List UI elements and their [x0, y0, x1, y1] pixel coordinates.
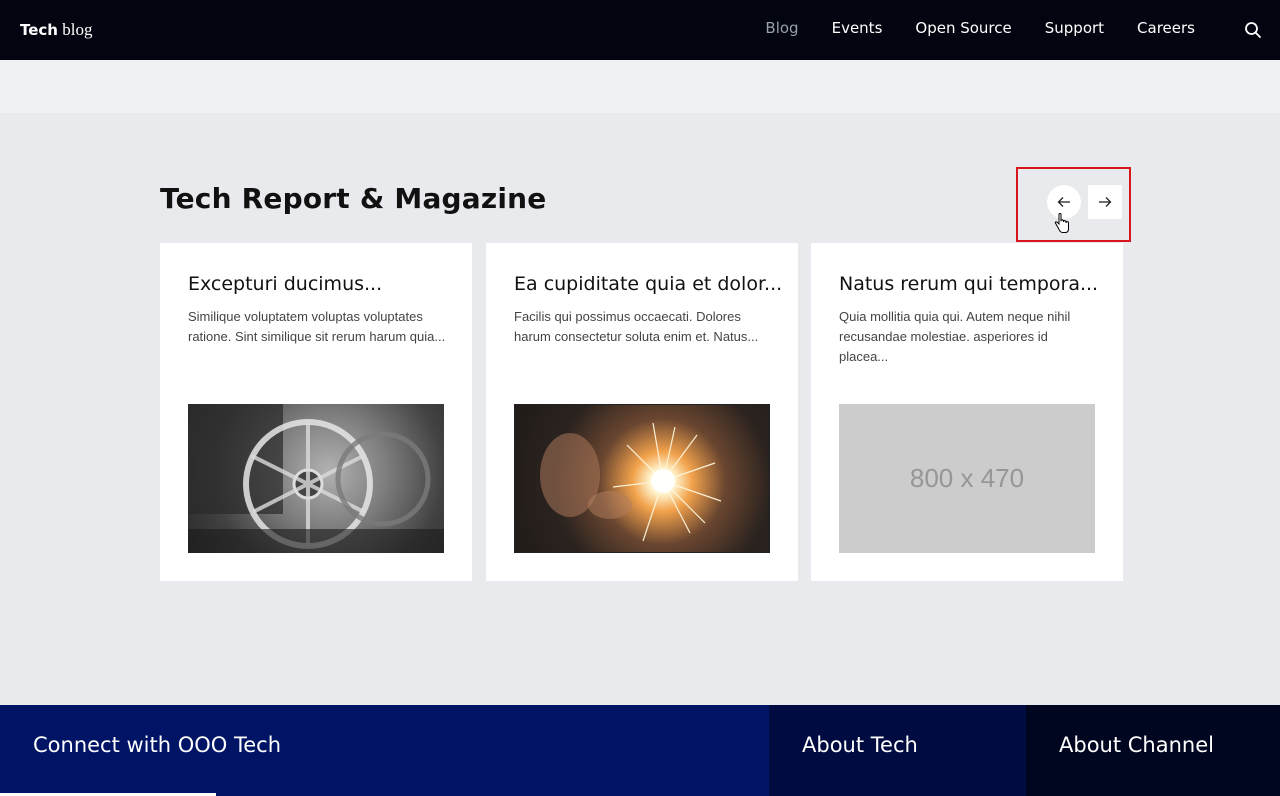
arrow-left-icon [1057, 197, 1070, 207]
nav-link-blog[interactable]: Blog [765, 19, 798, 37]
card-title[interactable]: Natus rerum qui tempora... [839, 273, 1109, 295]
nav-link-open-source[interactable]: Open Source [915, 19, 1011, 37]
footer-heading-connect: Connect with OOO Tech [33, 733, 282, 757]
card-description: Similique voluptatem voluptas voluptates… [188, 309, 446, 344]
article-card[interactable]: Natus rerum qui tempora... Quia mollitia… [811, 243, 1123, 581]
arrow-right-icon [1099, 197, 1112, 207]
footer-heading-about-channel: About Channel [1059, 733, 1214, 757]
card-image-wagon-wheel[interactable] [188, 404, 444, 553]
top-navbar: Tech blog Blog Events Open Source Suppor… [0, 0, 1280, 60]
footer-column-connect: Connect with OOO Tech [0, 705, 769, 796]
carousel-next-button[interactable] [1088, 185, 1122, 219]
card-title[interactable]: Excepturi ducimus... [188, 273, 458, 295]
hero-band [0, 60, 1280, 113]
search-icon[interactable] [1244, 21, 1262, 39]
site-logo[interactable]: Tech blog [20, 20, 92, 40]
main-nav: Blog Events Open Source Support Careers [765, 19, 1195, 37]
card-description: Facilis qui possimus occaecati. Dolores … [514, 309, 759, 344]
footer-column-about-channel: About Channel [1026, 705, 1280, 796]
logo-strong-text: Tech [20, 21, 58, 39]
nav-link-careers[interactable]: Careers [1137, 19, 1195, 37]
nav-link-support[interactable]: Support [1045, 19, 1104, 37]
card-image-sparkler[interactable] [514, 404, 770, 553]
card-description: Quia mollitia quia qui. Autem neque nihi… [839, 309, 1071, 364]
card-image-placeholder[interactable]: 800 x 470 [839, 404, 1095, 553]
hand-cursor-icon [1054, 212, 1070, 235]
footer: Connect with OOO Tech About Tech About C… [0, 705, 1280, 796]
footer-column-about-tech: About Tech [769, 705, 1026, 796]
placeholder-size-label: 800 x 470 [909, 463, 1025, 493]
card-title[interactable]: Ea cupiditate quia et dolor... [514, 273, 784, 295]
section-title: Tech Report & Magazine [160, 182, 547, 215]
footer-heading-about-tech: About Tech [802, 733, 918, 757]
nav-link-events[interactable]: Events [832, 19, 883, 37]
article-card[interactable]: Ea cupiditate quia et dolor... Facilis q… [486, 243, 798, 581]
article-card[interactable]: Excepturi ducimus... Similique voluptate… [160, 243, 472, 581]
logo-light-text: blog [57, 20, 93, 39]
